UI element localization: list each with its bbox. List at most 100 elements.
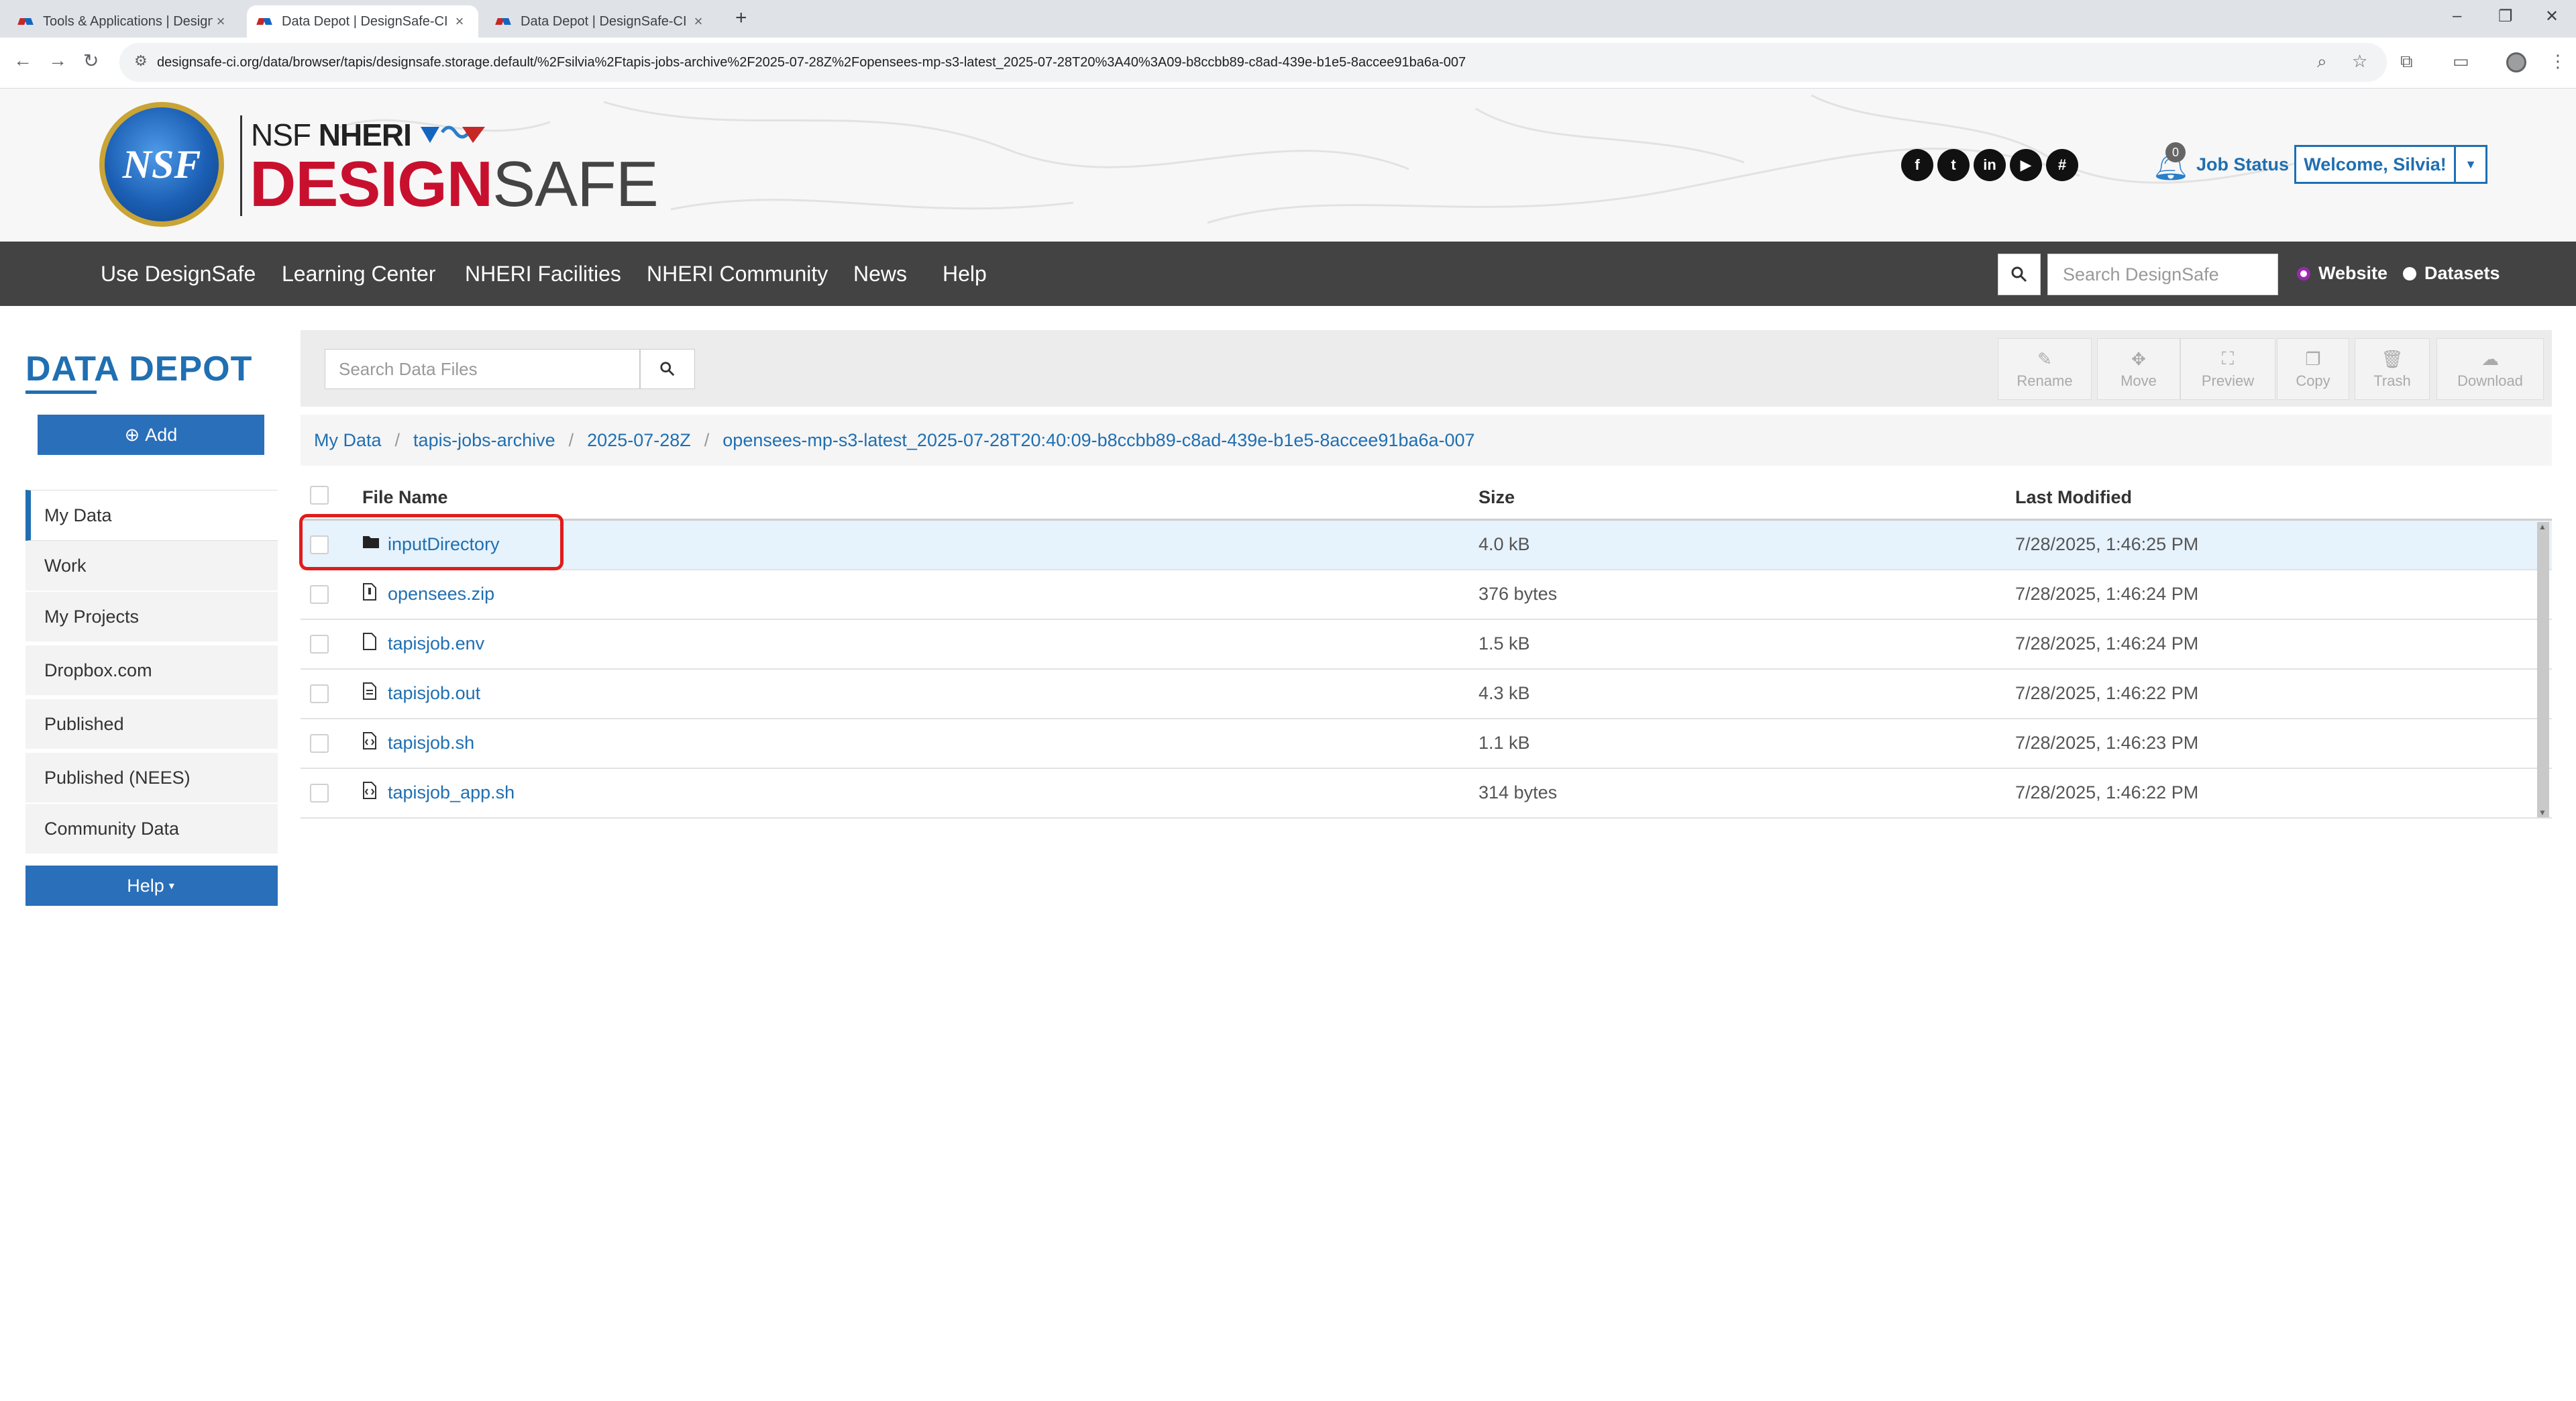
row-checkbox[interactable]: [310, 734, 329, 753]
close-window-icon[interactable]: ✕: [2545, 7, 2559, 26]
sidebar-item-published-nees[interactable]: Published (NEES): [25, 753, 278, 804]
rename-button[interactable]: ✎ Rename: [1998, 338, 2092, 400]
designsafe-favicon-icon: [258, 17, 272, 26]
close-icon[interactable]: ×: [690, 13, 706, 30]
sidebar-item-published[interactable]: Published: [25, 699, 278, 750]
header-size[interactable]: Size: [1479, 487, 1515, 508]
user-menu-button[interactable]: Welcome, Silvia! ▼: [2294, 145, 2487, 184]
profile-avatar-icon[interactable]: [2506, 52, 2526, 72]
file-name-link[interactable]: tapisjob_app.sh: [388, 782, 515, 803]
website-radio-label[interactable]: Website: [2318, 263, 2387, 284]
scroll-up-arrow-icon[interactable]: ▲: [2538, 522, 2546, 531]
site-search-button[interactable]: [1998, 254, 2041, 295]
table-row[interactable]: tapisjob_app.sh 314 bytes 7/28/2025, 1:4…: [301, 769, 2552, 819]
sidebar-item-my-projects[interactable]: My Projects: [25, 592, 278, 643]
linkedin-icon[interactable]: in: [1974, 149, 2006, 181]
close-icon[interactable]: ×: [213, 13, 229, 30]
file-name-link[interactable]: tapisjob.sh: [388, 733, 474, 754]
back-icon[interactable]: ←: [13, 50, 32, 71]
website-radio[interactable]: [2297, 267, 2310, 280]
datasets-radio[interactable]: [2403, 267, 2416, 280]
datasets-radio-label[interactable]: Datasets: [2424, 263, 2500, 284]
row-checkbox[interactable]: [310, 585, 329, 604]
nav-nheri-facilities[interactable]: NHERI Facilities: [465, 262, 621, 287]
browser-tab-active[interactable]: Data Depot | DesignSafe-CI ×: [247, 5, 478, 38]
bookmark-star-icon[interactable]: ☆: [2352, 51, 2367, 72]
file-size: 1.5 kB: [1479, 633, 1530, 654]
menu-kebab-icon[interactable]: ⋮: [2549, 51, 2567, 72]
sidebar-item-dropbox[interactable]: Dropbox.com: [25, 645, 278, 696]
file-name-link[interactable]: tapisjob.env: [388, 633, 484, 654]
brand-divider: [240, 115, 242, 216]
breadcrumb-job-folder[interactable]: opensees-mp-s3-latest_2025-07-28T20:40:0…: [722, 430, 1474, 451]
new-tab-icon[interactable]: +: [735, 7, 747, 30]
youtube-icon[interactable]: ▶: [2010, 149, 2042, 181]
minimize-icon[interactable]: –: [2453, 7, 2461, 25]
notification-count-badge: 0: [2165, 142, 2186, 162]
sidebar-item-work[interactable]: Work: [25, 541, 278, 592]
preview-button[interactable]: ⛶ Preview: [2180, 338, 2275, 400]
zoom-icon[interactable]: ⌕: [2317, 51, 2327, 72]
title-underline: [25, 391, 97, 394]
row-checkbox[interactable]: [310, 684, 329, 703]
trash-icon: 🗑︎: [2381, 348, 2404, 369]
table-row[interactable]: tapisjob.out 4.3 kB 7/28/2025, 1:46:22 P…: [301, 670, 2552, 719]
browser-tab[interactable]: Data Depot | DesignSafe-CI ×: [486, 5, 717, 38]
url-text: designsafe-ci.org/data/browser/tapis/des…: [157, 55, 1466, 70]
select-all-checkbox[interactable]: [310, 486, 329, 505]
header-last-modified[interactable]: Last Modified: [2015, 487, 2132, 508]
header-file-name[interactable]: File Name: [362, 487, 448, 508]
extensions-icon[interactable]: ⧉: [2400, 51, 2413, 72]
file-size: 4.3 kB: [1479, 683, 1530, 703]
code-file-icon: [362, 781, 377, 805]
job-status-link[interactable]: Job Status: [2196, 154, 2289, 175]
nav-news[interactable]: News: [853, 262, 907, 287]
file-name-link[interactable]: opensees.zip: [388, 584, 494, 605]
data-files-search-input[interactable]: Search Data Files: [325, 349, 640, 389]
site-info-icon[interactable]: ⚙: [134, 52, 148, 70]
reload-icon[interactable]: ↻: [83, 50, 99, 72]
row-checkbox[interactable]: [310, 635, 329, 654]
restore-icon[interactable]: ❐: [2498, 7, 2513, 26]
copy-button[interactable]: ❐ Copy: [2277, 338, 2349, 400]
facebook-icon[interactable]: f: [1901, 149, 1933, 181]
file-modified: 7/28/2025, 1:46:23 PM: [2015, 733, 2199, 753]
download-button[interactable]: ☁ Download: [2436, 338, 2544, 400]
address-bar[interactable]: ⚙ designsafe-ci.org/data/browser/tapis/d…: [119, 43, 2387, 82]
designsafe-logo-text[interactable]: DESIGNSAFE: [250, 148, 659, 221]
caret-down-icon[interactable]: ▼: [2456, 147, 2485, 182]
nav-use-designsafe[interactable]: Use DesignSafe: [101, 262, 256, 287]
data-files-search-button[interactable]: [640, 349, 695, 389]
row-checkbox[interactable]: [310, 784, 329, 802]
breadcrumb-tapis-jobs-archive[interactable]: tapis-jobs-archive: [413, 430, 555, 451]
table-row[interactable]: inputDirectory 4.0 kB 7/28/2025, 1:46:25…: [301, 521, 2552, 570]
scroll-down-arrow-icon[interactable]: ▼: [2538, 808, 2546, 817]
nsf-logo[interactable]: NSF: [99, 102, 224, 227]
breadcrumb-my-data[interactable]: My Data: [314, 430, 382, 451]
welcome-label[interactable]: Welcome, Silvia!: [2296, 147, 2456, 182]
file-size: 376 bytes: [1479, 584, 1558, 604]
nav-learning-center[interactable]: Learning Center: [282, 262, 435, 287]
add-button[interactable]: ⊕ Add: [38, 415, 264, 455]
nav-nheri-community[interactable]: NHERI Community: [647, 262, 828, 287]
nav-help[interactable]: Help: [943, 262, 987, 287]
move-button[interactable]: ✥ Move: [2097, 338, 2180, 400]
table-row[interactable]: opensees.zip 376 bytes 7/28/2025, 1:46:2…: [301, 570, 2552, 620]
site-search-input[interactable]: Search DesignSafe: [2047, 254, 2278, 295]
cast-icon[interactable]: ▭: [2453, 51, 2469, 72]
sidebar-item-my-data[interactable]: My Data: [25, 490, 278, 541]
breadcrumb-date-folder[interactable]: 2025-07-28Z: [587, 430, 691, 451]
close-icon[interactable]: ×: [451, 13, 468, 30]
twitter-icon[interactable]: t: [1937, 149, 1970, 181]
table-row[interactable]: tapisjob.env 1.5 kB 7/28/2025, 1:46:24 P…: [301, 620, 2552, 670]
file-name-link[interactable]: tapisjob.out: [388, 683, 480, 704]
trash-button[interactable]: 🗑︎ Trash: [2355, 338, 2430, 400]
help-dropdown-button[interactable]: Help ▼: [25, 866, 278, 906]
zip-file-icon: [362, 582, 377, 606]
browser-tab[interactable]: Tools & Applications | DesignSafe ×: [8, 5, 239, 38]
table-row[interactable]: tapisjob.sh 1.1 kB 7/28/2025, 1:46:23 PM: [301, 719, 2552, 769]
sidebar-item-community-data[interactable]: Community Data: [25, 804, 278, 855]
table-scrollbar[interactable]: ▲ ▼: [2537, 522, 2549, 817]
slack-icon[interactable]: #: [2046, 149, 2078, 181]
forward-icon[interactable]: →: [48, 50, 67, 71]
